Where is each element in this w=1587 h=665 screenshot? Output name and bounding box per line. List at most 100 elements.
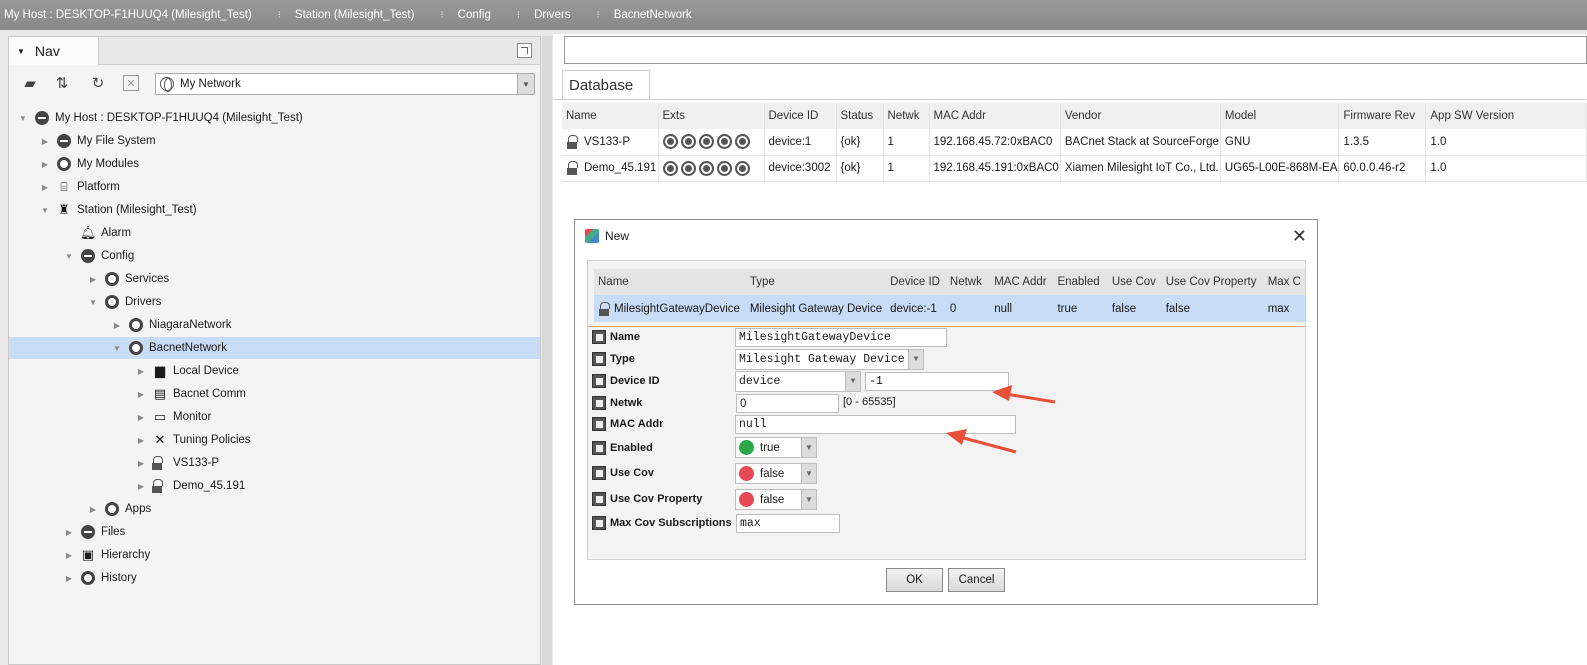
- column-header[interactable]: Max C: [1263, 269, 1305, 295]
- close-icon[interactable]: ✕: [1292, 226, 1307, 247]
- column-header[interactable]: App SW Version: [1425, 103, 1587, 129]
- use-cov-select[interactable]: false ▼: [735, 463, 817, 484]
- column-header[interactable]: Use Cov: [1107, 269, 1162, 295]
- breadcrumb-host[interactable]: My Host : DESKTOP-F1HUUQ4 (Milesight_Tes…: [4, 9, 252, 21]
- property-icon: [592, 352, 606, 366]
- expand-icon[interactable]: ▶: [87, 505, 99, 514]
- column-header[interactable]: Netwk: [883, 103, 930, 129]
- collapse-icon[interactable]: ▼: [87, 298, 99, 307]
- enabled-select[interactable]: true ▼: [735, 437, 817, 458]
- use-cov-property-select[interactable]: false ▼: [735, 489, 817, 510]
- column-header[interactable]: Device ID: [764, 103, 837, 129]
- column-header[interactable]: Device ID: [886, 269, 946, 295]
- address-field[interactable]: [564, 36, 1587, 64]
- tree-item[interactable]: ▶ ✕ Tuning Policies: [9, 429, 540, 451]
- tab-database[interactable]: Database: [562, 70, 650, 100]
- tree-item[interactable]: ▶ My File System: [9, 130, 540, 152]
- type-select[interactable]: Milesight Gateway Device ▼: [735, 349, 924, 370]
- tree-item[interactable]: ▶ Apps: [9, 498, 540, 520]
- chevron-down-icon[interactable]: ▼: [801, 438, 816, 457]
- tree-item[interactable]: ▼ ♜ Station (Milesight_Test): [9, 199, 540, 221]
- tree-item[interactable]: ▼ Config: [9, 245, 540, 267]
- chevron-down-icon[interactable]: ▼: [517, 74, 534, 94]
- device-id-type-select[interactable]: device ▼: [735, 371, 861, 392]
- chevron-down-icon[interactable]: ▼: [845, 372, 860, 391]
- max-cov-field[interactable]: max: [736, 514, 840, 533]
- ok-button[interactable]: OK: [886, 568, 943, 592]
- nav-tab[interactable]: ▼ Nav: [9, 37, 99, 65]
- expand-icon[interactable]: ▶: [39, 137, 51, 146]
- tree-item[interactable]: ▶ NiagaraNetwork: [9, 314, 540, 336]
- expand-icon[interactable]: ▶: [87, 275, 99, 284]
- netwk-field[interactable]: 0: [736, 394, 839, 413]
- table-row-selected[interactable]: MilesightGatewayDevice Milesight Gateway…: [594, 295, 1305, 322]
- table-row[interactable]: VS133-P device:1 {ok} 1 192.168.45.72:0x…: [562, 129, 1587, 156]
- collapse-icon[interactable]: ▼: [17, 114, 29, 123]
- column-header[interactable]: MAC Addr: [929, 103, 1061, 129]
- tree-item[interactable]: ▶ VS133-P: [9, 452, 540, 474]
- tree-item[interactable]: ▼ My Host : DESKTOP-F1HUUQ4 (Milesight_T…: [9, 107, 540, 129]
- tree-item[interactable]: ▶ Services: [9, 268, 540, 290]
- column-header[interactable]: Vendor: [1060, 103, 1221, 129]
- tree-item[interactable]: ▶ My Modules: [9, 153, 540, 175]
- mac-addr-field[interactable]: null: [735, 415, 1016, 434]
- column-header[interactable]: Netwk: [945, 269, 991, 295]
- chevron-down-icon[interactable]: ▼: [801, 464, 816, 483]
- tree-item[interactable]: ▼ Drivers: [9, 291, 540, 313]
- name-field[interactable]: MilesightGatewayDevice: [735, 328, 947, 347]
- breadcrumb-config[interactable]: Config: [458, 9, 491, 21]
- device-id-field[interactable]: -1: [865, 372, 1009, 391]
- tree-item[interactable]: ▶ ⌸ Platform: [9, 176, 540, 198]
- expand-icon[interactable]: ▶: [135, 367, 147, 376]
- column-header[interactable]: MAC Addr: [990, 269, 1054, 295]
- expand-icon[interactable]: ▶: [135, 413, 147, 422]
- chevron-down-icon[interactable]: ▼: [801, 490, 816, 509]
- tree-item[interactable]: 🔔︎ Alarm: [9, 222, 540, 244]
- tree-item[interactable]: ▶ Files: [9, 521, 540, 543]
- breadcrumb-station[interactable]: Station (Milesight_Test): [295, 9, 415, 21]
- column-header[interactable]: Type: [745, 269, 887, 295]
- expand-icon[interactable]: ▶: [135, 436, 147, 445]
- tree-item[interactable]: ▶ ▆ Local Device: [9, 360, 540, 382]
- collapse-icon[interactable]: ▼: [63, 252, 75, 261]
- column-header[interactable]: Enabled: [1053, 269, 1108, 295]
- tree-item[interactable]: ▶ ▣ Hierarchy: [9, 544, 540, 566]
- column-header[interactable]: Model: [1220, 103, 1340, 129]
- expand-icon[interactable]: ▶: [111, 321, 123, 330]
- new-folder-icon[interactable]: ▰: [21, 75, 39, 92]
- cell-name: Demo_45.191: [562, 155, 659, 182]
- expand-icon[interactable]: ▶: [63, 574, 75, 583]
- nav-root-select[interactable]: My Network ▼: [155, 73, 535, 95]
- column-header[interactable]: Name: [562, 103, 659, 129]
- expand-icon[interactable]: ▶: [135, 390, 147, 399]
- expand-icon[interactable]: ▶: [63, 528, 75, 537]
- breadcrumb-bacnetnetwork[interactable]: BacnetNetwork: [614, 9, 692, 21]
- expand-icon[interactable]: ▶: [135, 459, 147, 468]
- tree-item[interactable]: ▶ ▤ Bacnet Comm: [9, 383, 540, 405]
- column-header[interactable]: Name: [594, 269, 746, 295]
- table-row[interactable]: Demo_45.191 device:3002 {ok} 1 192.168.4…: [562, 155, 1587, 182]
- column-header[interactable]: Exts: [658, 103, 765, 129]
- prop-device-id: Device ID: [592, 371, 660, 391]
- sort-icon[interactable]: ⇅: [53, 75, 71, 92]
- cancel-button[interactable]: Cancel: [948, 568, 1005, 592]
- collapse-icon[interactable]: ▼: [39, 206, 51, 215]
- chevron-down-icon[interactable]: ▼: [908, 350, 923, 369]
- close-icon[interactable]: ✕: [123, 75, 139, 91]
- column-header[interactable]: Use Cov Property: [1161, 269, 1264, 295]
- column-header[interactable]: Status: [836, 103, 884, 129]
- tree-item[interactable]: ▶ Demo_45.191: [9, 475, 540, 497]
- column-header[interactable]: Firmware Rev: [1338, 103, 1427, 129]
- splitter[interactable]: [542, 36, 552, 665]
- expand-icon[interactable]: ▶: [135, 482, 147, 491]
- maximize-icon[interactable]: [517, 43, 532, 58]
- expand-icon[interactable]: ▶: [39, 183, 51, 192]
- breadcrumb-drivers[interactable]: Drivers: [534, 9, 570, 21]
- tree-item[interactable]: ▶ History: [9, 567, 540, 589]
- refresh-icon[interactable]: ↻: [89, 75, 107, 92]
- collapse-icon[interactable]: ▼: [111, 344, 123, 353]
- expand-icon[interactable]: ▶: [63, 551, 75, 560]
- expand-icon[interactable]: ▶: [39, 160, 51, 169]
- tree-item-selected[interactable]: ▼ BacnetNetwork: [9, 337, 540, 359]
- tree-item[interactable]: ▶ ▭ Monitor: [9, 406, 540, 428]
